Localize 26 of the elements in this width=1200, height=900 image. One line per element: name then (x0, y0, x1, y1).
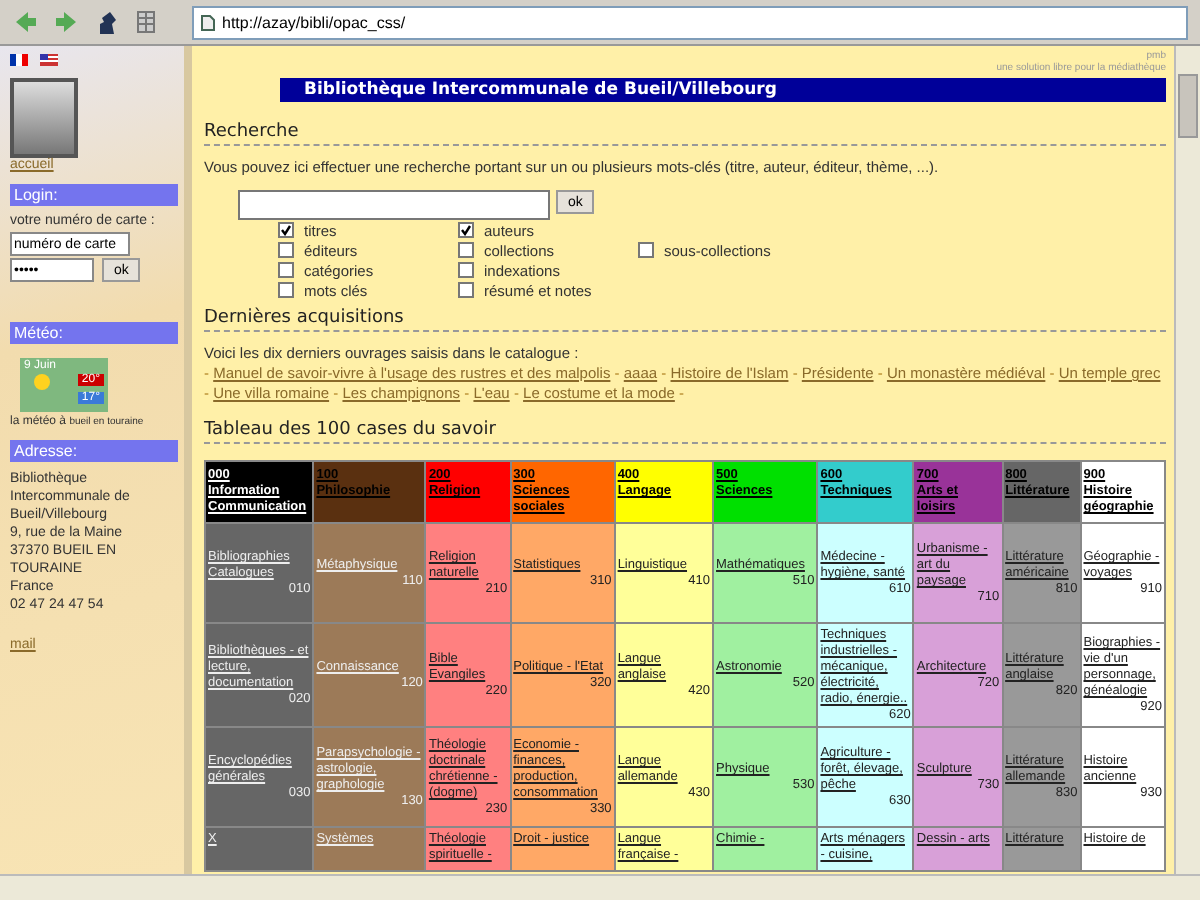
address-bar[interactable]: http://azay/bibli/opac_css/ (192, 5, 1188, 39)
checkbox[interactable] (278, 242, 294, 258)
checkbox[interactable] (278, 222, 294, 238)
section-heading: Recherche (204, 122, 1166, 146)
library-title: Bibliothèque Intercommunale de Bueil/Villebourg (280, 78, 1166, 102)
horizontal-scrollbar[interactable] (0, 874, 1200, 900)
french-flag-icon[interactable] (10, 54, 28, 66)
grid-icon[interactable] (132, 8, 160, 36)
checkbox[interactable] (458, 282, 474, 298)
us-flag-icon[interactable] (40, 54, 58, 66)
address-heading: Adresse: (10, 440, 178, 462)
checkbox[interactable] (278, 262, 294, 278)
vertical-scrollbar[interactable] (1174, 46, 1200, 874)
photo-placeholder (10, 78, 78, 158)
search-field[interactable] (238, 190, 550, 220)
checkbox[interactable] (458, 222, 474, 238)
login-heading: Login: (10, 184, 178, 206)
weather-heading: Météo: (10, 322, 178, 344)
page-icon (200, 13, 216, 31)
sun-icon (32, 372, 52, 392)
checkbox[interactable] (638, 242, 654, 258)
checkbox[interactable] (278, 282, 294, 298)
section-heading: Dernières acquisitions (204, 308, 1166, 332)
section-heading: Tableau des 100 cases du savoir (204, 420, 1166, 444)
checkbox[interactable] (458, 262, 474, 278)
checkbox[interactable] (458, 242, 474, 258)
